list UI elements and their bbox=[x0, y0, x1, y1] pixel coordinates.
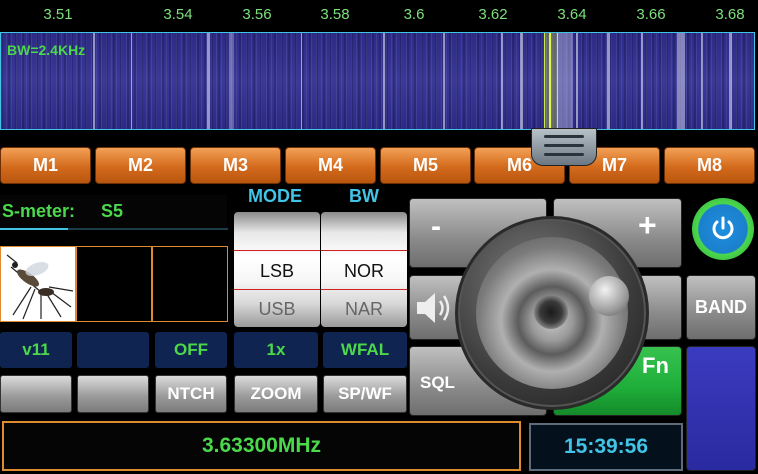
bw-header: BW bbox=[349, 186, 379, 206]
mosquito-icon bbox=[6, 254, 74, 320]
mode-selector[interactable]: LSB USB bbox=[234, 212, 320, 327]
plus-label: + bbox=[638, 207, 657, 243]
scale-tick: 3.56 bbox=[242, 6, 272, 23]
spwf-button[interactable]: SP/WF bbox=[323, 375, 407, 413]
band-button[interactable]: BAND bbox=[686, 275, 756, 340]
waterfall-display[interactable]: BW=2.4KHz bbox=[0, 32, 755, 130]
bw-option-nar[interactable]: NAR bbox=[321, 299, 407, 320]
bw-option-nor[interactable]: NOR bbox=[321, 261, 407, 282]
tuning-knob[interactable] bbox=[455, 216, 649, 410]
spectrum-thumbnail-3[interactable] bbox=[152, 246, 228, 322]
scale-tick: 3.64 bbox=[557, 6, 587, 23]
display-mode-indicator: WFAL bbox=[323, 332, 407, 368]
memory-button-m3[interactable]: M3 bbox=[190, 147, 281, 184]
tuning-center-line bbox=[549, 33, 551, 129]
smeter-level-bar bbox=[0, 228, 68, 230]
scale-tick: 3.68 bbox=[715, 6, 745, 23]
squelch-label: SQL bbox=[420, 373, 455, 392]
bandwidth-label: BW=2.4KHz bbox=[7, 42, 86, 58]
blank-button-2[interactable] bbox=[77, 375, 149, 413]
scale-tick: 3.51 bbox=[43, 6, 73, 23]
scale-tick: 3.54 bbox=[163, 6, 193, 23]
smeter-label: S-meter: bbox=[2, 201, 76, 221]
speaker-icon bbox=[417, 293, 450, 323]
minus-label: - bbox=[431, 210, 441, 243]
smeter-track bbox=[68, 228, 228, 230]
mosquito-thumbnail[interactable] bbox=[0, 246, 76, 322]
memory-button-m1[interactable]: M1 bbox=[0, 147, 91, 184]
spectrum-thumbnail-2[interactable] bbox=[76, 246, 152, 322]
mode-header: MODE bbox=[248, 186, 302, 206]
bw-selector[interactable]: NOR NAR bbox=[321, 212, 407, 327]
scale-tick: 3.62 bbox=[478, 6, 508, 23]
clock-display: 15:39:56 bbox=[529, 423, 683, 471]
knob-finger-dimple bbox=[589, 276, 629, 316]
blank-button-1[interactable] bbox=[0, 375, 72, 413]
memory-button-m2[interactable]: M2 bbox=[95, 147, 186, 184]
memory-button-m5[interactable]: M5 bbox=[380, 147, 471, 184]
knob-center bbox=[534, 295, 568, 329]
zoom-button[interactable]: ZOOM bbox=[234, 375, 318, 413]
frequency-display[interactable]: 3.63300MHz bbox=[2, 421, 521, 471]
band-indicator-panel[interactable] bbox=[686, 346, 756, 471]
scale-tick: 3.6 bbox=[403, 6, 425, 23]
power-icon bbox=[712, 216, 734, 240]
mode-option-usb[interactable]: USB bbox=[234, 299, 320, 320]
scale-tick: 3.66 bbox=[636, 6, 666, 23]
zoom-state-indicator: 1x bbox=[234, 332, 318, 368]
smeter-value: S5 bbox=[101, 201, 124, 221]
notch-state-indicator: OFF bbox=[155, 332, 227, 368]
waterfall-drag-handle[interactable] bbox=[531, 128, 597, 166]
mode-option-lsb[interactable]: LSB bbox=[234, 261, 320, 282]
memory-button-m8[interactable]: M8 bbox=[664, 147, 755, 184]
tuning-marker[interactable] bbox=[544, 33, 558, 129]
version-indicator: v11 bbox=[0, 332, 72, 368]
power-button[interactable] bbox=[692, 198, 754, 260]
scale-tick: 3.58 bbox=[320, 6, 350, 23]
memory-button-m4[interactable]: M4 bbox=[285, 147, 376, 184]
blank-indicator bbox=[77, 332, 149, 368]
notch-button[interactable]: NTCH bbox=[155, 375, 227, 413]
function-label: Fn bbox=[642, 353, 669, 378]
